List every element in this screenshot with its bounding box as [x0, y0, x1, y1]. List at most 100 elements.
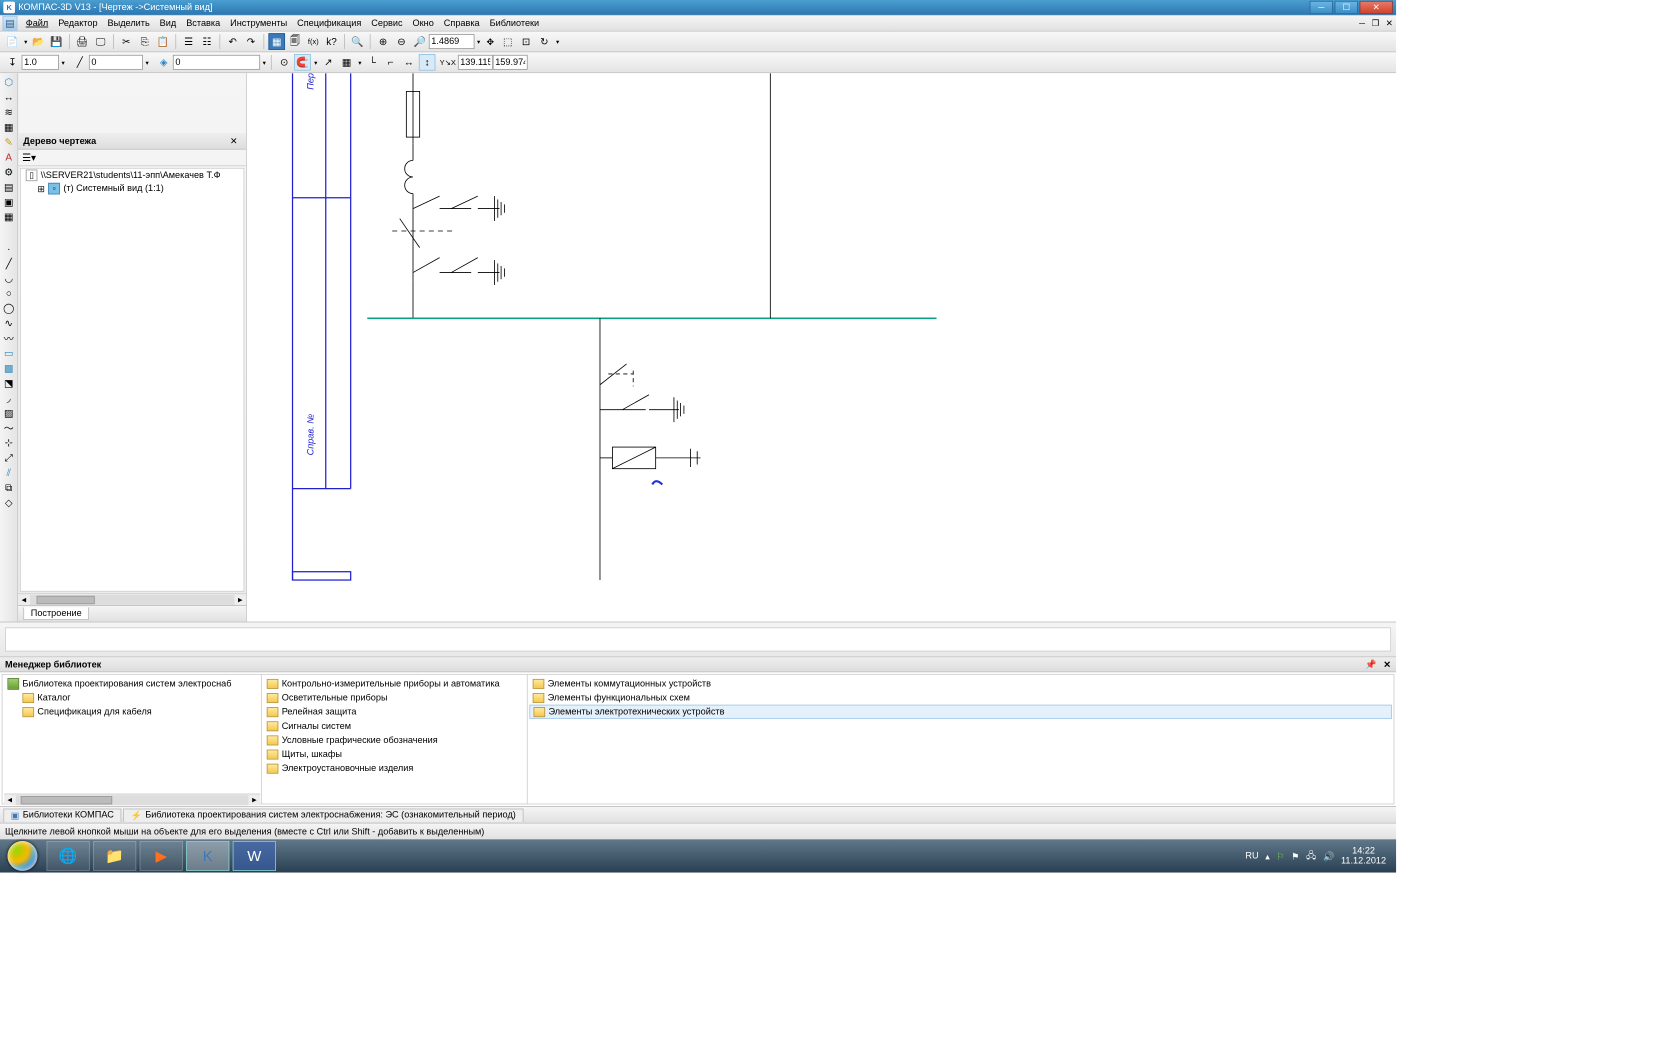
- menu-service[interactable]: Сервис: [366, 17, 407, 30]
- lib-tab-kompas[interactable]: ▣Библиотеки КОМПАС: [3, 808, 121, 821]
- linestyle-input[interactable]: [89, 55, 143, 70]
- ellipse-icon[interactable]: ◯: [1, 301, 16, 316]
- menu-view[interactable]: Вид: [155, 17, 182, 30]
- open-icon[interactable]: 📂: [30, 33, 47, 50]
- zoom-dropdown[interactable]: ▾: [475, 38, 482, 45]
- zoom-in-icon[interactable]: ⊕: [375, 33, 392, 50]
- lib-scrollbar[interactable]: ◂▸: [4, 794, 260, 804]
- circle-icon[interactable]: ○: [1, 286, 16, 301]
- grid2-icon[interactable]: ▦: [1, 120, 16, 135]
- coord2-icon[interactable]: ↕: [419, 54, 436, 71]
- list-item[interactable]: Осветительные приборы: [263, 691, 525, 705]
- paste-icon[interactable]: 📋: [155, 33, 172, 50]
- offset-icon[interactable]: ⫽: [1, 465, 16, 480]
- menu-file[interactable]: Файл: [21, 17, 53, 30]
- mdi-minimize[interactable]: ─: [1359, 19, 1365, 28]
- axis-icon[interactable]: ⊹: [1, 435, 16, 450]
- pin-icon[interactable]: 📌: [1365, 659, 1376, 670]
- prop2-icon[interactable]: ☷: [199, 33, 216, 50]
- tree-close-icon[interactable]: ✕: [227, 135, 241, 146]
- lib-tree-item[interactable]: Каталог: [4, 691, 259, 705]
- list-item[interactable]: Элементы коммутационных устройств: [529, 676, 1392, 690]
- point-icon[interactable]: ·: [1, 241, 16, 256]
- lib-close-icon[interactable]: ✕: [1383, 659, 1391, 670]
- step-input[interactable]: [22, 55, 59, 70]
- prop-icon[interactable]: ☰: [180, 33, 197, 50]
- taskbar-kompas[interactable]: K: [186, 841, 229, 871]
- snap1-icon[interactable]: ⊙: [276, 54, 293, 71]
- view2-icon[interactable]: ⊡: [518, 33, 535, 50]
- taskbar-word[interactable]: W: [233, 841, 276, 871]
- zoom-extents-icon[interactable]: 🔍: [349, 33, 366, 50]
- coord1-icon[interactable]: ↔: [401, 54, 418, 71]
- menu-insert[interactable]: Вставка: [181, 17, 225, 30]
- view1-icon[interactable]: ⬚: [499, 33, 516, 50]
- list-item[interactable]: Контрольно-измерительные приборы и автом…: [263, 676, 525, 690]
- zoom-input[interactable]: [429, 34, 475, 49]
- tray-action-icon[interactable]: ⚐: [1276, 851, 1284, 862]
- ortho-icon[interactable]: └: [364, 54, 381, 71]
- library-header[interactable]: Менеджер библиотек 📌 ✕: [0, 657, 1396, 672]
- list-item[interactable]: Сигналы систем: [263, 719, 525, 733]
- app-menu-icon[interactable]: ▤: [2, 16, 17, 31]
- coord-x-input[interactable]: [458, 55, 493, 70]
- tray-arrow[interactable]: ▴: [1265, 851, 1270, 862]
- tray-clock[interactable]: 14:22 11.12.2012: [1341, 846, 1386, 866]
- tray-net-icon[interactable]: 🖧: [1306, 848, 1316, 864]
- list-item-hover[interactable]: Элементы электротехнических устройств: [529, 705, 1392, 719]
- params-icon[interactable]: ⚙: [1, 165, 16, 180]
- spline-icon[interactable]: 〰: [1, 331, 16, 346]
- tree-node-item[interactable]: ⊞ ▫ (т) Системный вид (1:1): [21, 182, 244, 195]
- save-icon[interactable]: 💾: [48, 33, 65, 50]
- chamfer-icon[interactable]: ⬔: [1, 376, 16, 391]
- minimize-button[interactable]: ─: [1310, 1, 1333, 14]
- line-icon[interactable]: ╱: [1, 256, 16, 271]
- copy-icon[interactable]: ⎘: [136, 33, 153, 50]
- new-dropdown[interactable]: ▾: [22, 38, 29, 45]
- active-panel-icon[interactable]: ▦: [268, 33, 285, 50]
- lib-tree-root[interactable]: Библиотека проектирования систем электро…: [4, 676, 259, 690]
- title-bar[interactable]: K КОМПАС-3D V13 - [Чертеж ->Системный ви…: [0, 0, 1396, 15]
- drawing-canvas[interactable]: Пер Справ. №: [247, 73, 1396, 621]
- start-button[interactable]: [0, 839, 45, 872]
- tool1-icon[interactable]: 🗐: [287, 33, 304, 50]
- property-input-area[interactable]: [5, 627, 1391, 651]
- mdi-restore[interactable]: ❐: [1372, 19, 1379, 28]
- notations-icon[interactable]: ≋: [1, 105, 16, 120]
- break-icon[interactable]: ⤢: [1, 450, 16, 465]
- list-item[interactable]: Релейная защита: [263, 705, 525, 719]
- edit-icon[interactable]: ✎: [1, 135, 16, 150]
- tree-panel-header[interactable]: Дерево чертежа ✕: [18, 133, 246, 150]
- round-icon[interactable]: ⌐: [382, 54, 399, 71]
- tray-flag-icon[interactable]: ⚑: [1291, 851, 1299, 862]
- linestyle-icon[interactable]: ╱: [71, 54, 88, 71]
- list-item[interactable]: Условные графические обозначения: [263, 733, 525, 747]
- arc-icon[interactable]: ◡: [1, 271, 16, 286]
- lang-indicator[interactable]: RU: [1245, 851, 1258, 861]
- table-icon[interactable]: ▤: [1, 179, 16, 194]
- dim-icon[interactable]: ↔: [1, 90, 16, 105]
- help-icon[interactable]: k?: [323, 33, 340, 50]
- taskbar-media[interactable]: ▶: [140, 841, 183, 871]
- menu-libraries[interactable]: Библиотеки: [485, 17, 545, 30]
- hatch-icon[interactable]: ▨: [1, 406, 16, 421]
- snap-magnet-icon[interactable]: 🧲: [294, 54, 311, 71]
- contour-icon[interactable]: ◇: [1, 495, 16, 510]
- menu-spec[interactable]: Спецификация: [292, 17, 366, 30]
- tree-root-item[interactable]: ▯ \\SERVER21\students\11-эпп\Амекачев Т.…: [21, 169, 244, 182]
- lib-tab-es[interactable]: ⚡Библиотека проектирования систем электр…: [123, 808, 523, 821]
- fillet-icon[interactable]: ◞: [1, 391, 16, 406]
- fill-icon[interactable]: ▩: [1, 361, 16, 376]
- menu-help[interactable]: Справка: [439, 17, 485, 30]
- list-item[interactable]: Щиты, шкафы: [263, 747, 525, 761]
- close-button[interactable]: ✕: [1360, 1, 1393, 14]
- new-icon[interactable]: 📄: [4, 33, 21, 50]
- coord-y-input[interactable]: [492, 55, 527, 70]
- bezier-icon[interactable]: ∿: [1, 316, 16, 331]
- step-icon[interactable]: ↧: [4, 54, 21, 71]
- menu-editor[interactable]: Редактор: [53, 17, 102, 30]
- tree-scrollbar[interactable]: ◂ ▸: [18, 593, 246, 605]
- zoom-window-icon[interactable]: 🔎: [411, 33, 428, 50]
- aux-icon[interactable]: ⧉: [1, 480, 16, 495]
- doc2-icon[interactable]: ▦: [1, 209, 16, 224]
